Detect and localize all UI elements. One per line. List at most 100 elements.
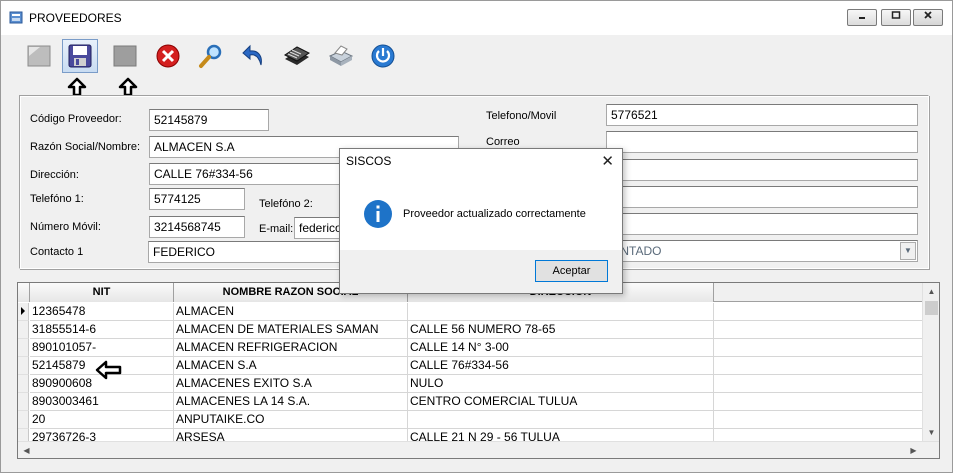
dialog-footer: Aceptar xyxy=(340,250,622,293)
cell-nombre[interactable]: ALMACEN S.A xyxy=(174,357,408,375)
cell-empty[interactable] xyxy=(714,375,923,393)
exit-button[interactable] xyxy=(365,39,401,73)
cell-nombre[interactable]: ALMACENES EXITO S.A xyxy=(174,375,408,393)
search-button[interactable] xyxy=(193,39,229,73)
movil-label: Número Móvil: xyxy=(30,221,101,233)
chevron-down-icon[interactable]: ▼ xyxy=(900,242,916,260)
dialog-message: Proveedor actualizado correctamente xyxy=(403,208,586,220)
print-button[interactable] xyxy=(323,39,359,73)
cell-nit[interactable]: 31855514-6 xyxy=(30,321,174,339)
close-window-button[interactable] xyxy=(913,9,943,26)
message-dialog: SISCOS ✕ Proveedor actualizado correctam… xyxy=(339,148,623,294)
row-selector[interactable] xyxy=(18,375,29,393)
codigo-field[interactable]: 52145879 xyxy=(149,109,269,131)
row-selector[interactable] xyxy=(18,411,29,429)
delete-icon xyxy=(156,44,180,68)
new-button[interactable] xyxy=(21,39,57,73)
app-icon xyxy=(9,11,23,24)
save-icon xyxy=(68,44,92,68)
edit-icon xyxy=(113,45,137,67)
scroll-left-icon[interactable]: ◀ xyxy=(18,442,35,458)
save-button[interactable] xyxy=(62,39,98,73)
direccion-label: Dirección: xyxy=(30,169,79,181)
cell-empty[interactable] xyxy=(714,411,923,429)
row-selector[interactable] xyxy=(18,393,29,411)
contacto-field[interactable]: FEDERICO xyxy=(148,241,348,263)
codigo-label: Código Proveedor: xyxy=(30,113,122,125)
cell-nombre[interactable]: ANPUTAIKE.CO xyxy=(174,411,408,429)
arrow-up-icon xyxy=(118,77,138,97)
print-icon xyxy=(328,45,354,66)
proveedores-window: PROVEEDORES Código Proveedor: 52145879 R… xyxy=(0,0,953,473)
forma-pago-select[interactable]: ONTADO ▼ xyxy=(606,240,918,262)
cell-nombre[interactable]: ALMACENES LA 14 S.A. xyxy=(174,393,408,411)
direccion-field[interactable]: CALLE 76#334-56 xyxy=(149,163,349,185)
cell-nombre[interactable]: ALMACEN xyxy=(174,303,408,321)
ok-button[interactable]: Aceptar xyxy=(535,260,608,282)
current-row-icon xyxy=(21,307,25,315)
cell-direccion[interactable] xyxy=(408,303,714,321)
minimize-icon xyxy=(859,17,865,19)
horizontal-scrollbar[interactable]: ◀ ▶ xyxy=(18,441,939,458)
minimize-button[interactable] xyxy=(847,9,877,26)
cell-empty[interactable] xyxy=(714,339,923,357)
cell-nit[interactable]: 12365478 xyxy=(30,303,174,321)
extra-field-1[interactable] xyxy=(606,159,918,181)
cell-empty[interactable] xyxy=(714,303,923,321)
new-icon xyxy=(27,45,51,67)
telmovil-label: Telefono/Movil xyxy=(486,110,557,122)
contacto-label: Contacto 1 xyxy=(30,246,84,258)
scroll-down-icon[interactable]: ▼ xyxy=(923,424,939,441)
cell-direccion[interactable]: CALLE 14 N° 3-00 xyxy=(408,339,714,357)
vertical-scrollbar[interactable]: ▲ ▼ xyxy=(922,283,939,441)
cell-direccion[interactable]: NULO xyxy=(408,375,714,393)
maximize-button[interactable] xyxy=(881,9,911,26)
cell-nit[interactable]: 8903003461 xyxy=(30,393,174,411)
row-selector[interactable] xyxy=(18,339,29,357)
delete-button[interactable] xyxy=(150,39,186,73)
row-selector-header xyxy=(18,283,30,302)
power-icon xyxy=(371,44,395,68)
telefono1-field[interactable]: 5774125 xyxy=(149,188,245,210)
cell-direccion[interactable]: CALLE 76#334-56 xyxy=(408,357,714,375)
telefono1-label: Telefóno 1: xyxy=(30,193,84,205)
cell-direccion[interactable]: CALLE 56 NUMERO 78-65 xyxy=(408,321,714,339)
undo-icon xyxy=(242,44,262,66)
email-label: E-mail: xyxy=(259,223,294,235)
cell-empty[interactable] xyxy=(714,357,923,375)
window-title: PROVEEDORES xyxy=(29,11,122,25)
cell-nombre[interactable]: ALMACEN REFRIGERACION xyxy=(174,339,408,357)
extra-field-3[interactable] xyxy=(606,213,918,235)
col-nit-header[interactable]: NIT xyxy=(30,283,174,302)
arrow-left-icon xyxy=(95,360,122,380)
email-field[interactable]: federico xyxy=(294,217,344,239)
scroll-thumb[interactable] xyxy=(925,301,938,315)
row-selector[interactable] xyxy=(18,303,29,321)
close-icon[interactable]: ✕ xyxy=(601,152,614,170)
cell-nombre[interactable]: ALMACEN DE MATERIALES SAMAN xyxy=(174,321,408,339)
dialog-title: SISCOS xyxy=(346,154,392,168)
scroll-up-icon[interactable]: ▲ xyxy=(923,283,939,300)
telmovil-field[interactable]: 5776521 xyxy=(606,104,918,126)
correo-field[interactable] xyxy=(606,131,918,153)
cell-empty[interactable] xyxy=(714,393,923,411)
cell-direccion[interactable] xyxy=(408,411,714,429)
cell-nit[interactable]: 20 xyxy=(30,411,174,429)
correo-label: Correo xyxy=(486,136,520,148)
row-selector[interactable] xyxy=(18,321,29,339)
movil-field[interactable]: 3214568745 xyxy=(149,216,245,238)
cell-empty[interactable] xyxy=(714,321,923,339)
close-icon xyxy=(924,11,932,19)
scroll-right-icon[interactable]: ▶ xyxy=(905,442,922,458)
telefono2-label: Telefóno 2: xyxy=(259,198,313,210)
providers-grid: NIT NOMBRE RAZON SOCIAL DIRECCION 123654… xyxy=(17,282,940,459)
row-selector[interactable] xyxy=(18,357,29,375)
cell-direccion[interactable]: CENTRO COMERCIAL TULUA xyxy=(408,393,714,411)
search-icon xyxy=(199,44,222,68)
list-button[interactable] xyxy=(279,39,315,73)
arrow-up-icon xyxy=(67,77,87,97)
edit-button[interactable] xyxy=(107,39,143,73)
cell-nit[interactable]: 890101057- xyxy=(30,339,174,357)
extra-field-2[interactable] xyxy=(606,186,918,208)
undo-button[interactable] xyxy=(236,39,272,73)
